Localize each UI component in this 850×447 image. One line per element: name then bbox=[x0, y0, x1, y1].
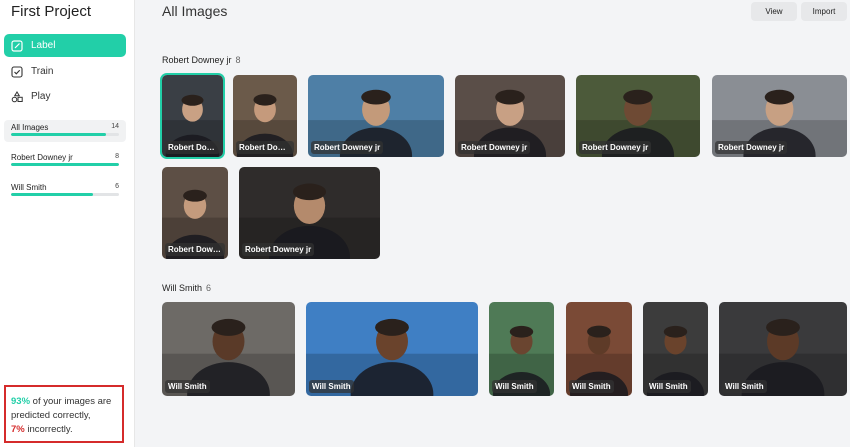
progress-fill bbox=[11, 133, 107, 136]
image-card[interactable]: Robert Downey jr bbox=[712, 75, 847, 157]
filter-count: 14 bbox=[111, 123, 119, 130]
group-name: Will Smith bbox=[162, 283, 202, 293]
image-label: Robert Downey jr bbox=[458, 141, 531, 154]
view-button[interactable]: View bbox=[751, 2, 797, 21]
image-card[interactable]: Will Smith bbox=[489, 302, 554, 396]
group-count: 8 bbox=[235, 55, 241, 65]
image-label: Robert Downey jr bbox=[579, 141, 652, 154]
shapes-icon bbox=[11, 90, 23, 103]
accuracy-summary: 93% of your images are predicted correct… bbox=[4, 385, 124, 443]
nav-label[interactable]: Label bbox=[4, 34, 126, 57]
nav-label-text: Label bbox=[31, 40, 56, 51]
progress-fill bbox=[11, 193, 94, 196]
progress-track bbox=[11, 193, 119, 196]
filter-robert-downey-jr[interactable]: Robert Downey jr 8 bbox=[4, 150, 126, 172]
project-title: First Project bbox=[11, 3, 92, 20]
image-card[interactable]: Robert Downey jr bbox=[455, 75, 565, 157]
nav-train-text: Train bbox=[31, 66, 54, 77]
progress-fill bbox=[11, 163, 119, 166]
filter-count: 6 bbox=[115, 183, 119, 190]
filter-name: All Images bbox=[11, 123, 49, 132]
image-card[interactable]: Robert Downey jr bbox=[308, 75, 444, 157]
image-card[interactable]: Will Smith bbox=[719, 302, 847, 396]
image-card[interactable]: Robert Downey jr bbox=[233, 75, 297, 157]
group-name: Robert Downey jr bbox=[162, 55, 232, 65]
image-card[interactable]: Robert Downey jr bbox=[576, 75, 700, 157]
image-label: Robert Downey jr bbox=[715, 141, 788, 154]
progress-track bbox=[11, 133, 119, 136]
image-label: Robert Downey jr bbox=[242, 243, 315, 256]
image-label: Will Smith bbox=[309, 380, 354, 393]
nav-play-text: Play bbox=[31, 91, 51, 102]
filter-all-images[interactable]: All Images 14 bbox=[4, 120, 126, 142]
image-label: Will Smith bbox=[492, 380, 537, 393]
image-card[interactable]: Robert Downey jr bbox=[239, 167, 380, 259]
correct-percent: 93% bbox=[11, 396, 31, 407]
sidebar: First Project Label Train Play All Image… bbox=[0, 0, 135, 447]
image-card[interactable]: Robert Downey jr bbox=[162, 75, 223, 157]
image-card[interactable]: Robert Downey jr bbox=[162, 167, 228, 259]
image-card[interactable]: Will Smith bbox=[643, 302, 708, 396]
filter-count: 8 bbox=[115, 153, 119, 160]
progress-track bbox=[11, 163, 119, 166]
group-count: 6 bbox=[206, 283, 212, 293]
image-label: Will Smith bbox=[722, 380, 767, 393]
edit-icon bbox=[11, 39, 23, 52]
incorrect-text: incorrectly. bbox=[27, 424, 73, 435]
group-title: Robert Downey jr 8 bbox=[162, 55, 241, 65]
image-label: Robert Downey jr bbox=[165, 243, 225, 256]
image-card[interactable]: Will Smith bbox=[566, 302, 632, 396]
image-card[interactable]: Will Smith bbox=[306, 302, 478, 396]
filter-name: Will Smith bbox=[11, 183, 47, 192]
image-label: Robert Downey jr bbox=[311, 141, 384, 154]
filter-will-smith[interactable]: Will Smith 6 bbox=[4, 180, 126, 202]
nav-train[interactable]: Train bbox=[4, 60, 126, 83]
group-title: Will Smith 6 bbox=[162, 283, 211, 293]
import-button[interactable]: Import bbox=[801, 2, 847, 21]
image-label: Robert Downey jr bbox=[236, 141, 294, 154]
incorrect-percent: 7% bbox=[11, 424, 25, 435]
checkbox-icon bbox=[11, 65, 23, 78]
image-label: Robert Downey jr bbox=[165, 141, 220, 154]
page-title: All Images bbox=[162, 3, 228, 19]
image-card[interactable]: Will Smith bbox=[162, 302, 295, 396]
image-label: Will Smith bbox=[165, 380, 210, 393]
filter-name: Robert Downey jr bbox=[11, 153, 73, 162]
image-label: Will Smith bbox=[569, 380, 614, 393]
nav-play[interactable]: Play bbox=[4, 85, 126, 108]
image-label: Will Smith bbox=[646, 380, 691, 393]
